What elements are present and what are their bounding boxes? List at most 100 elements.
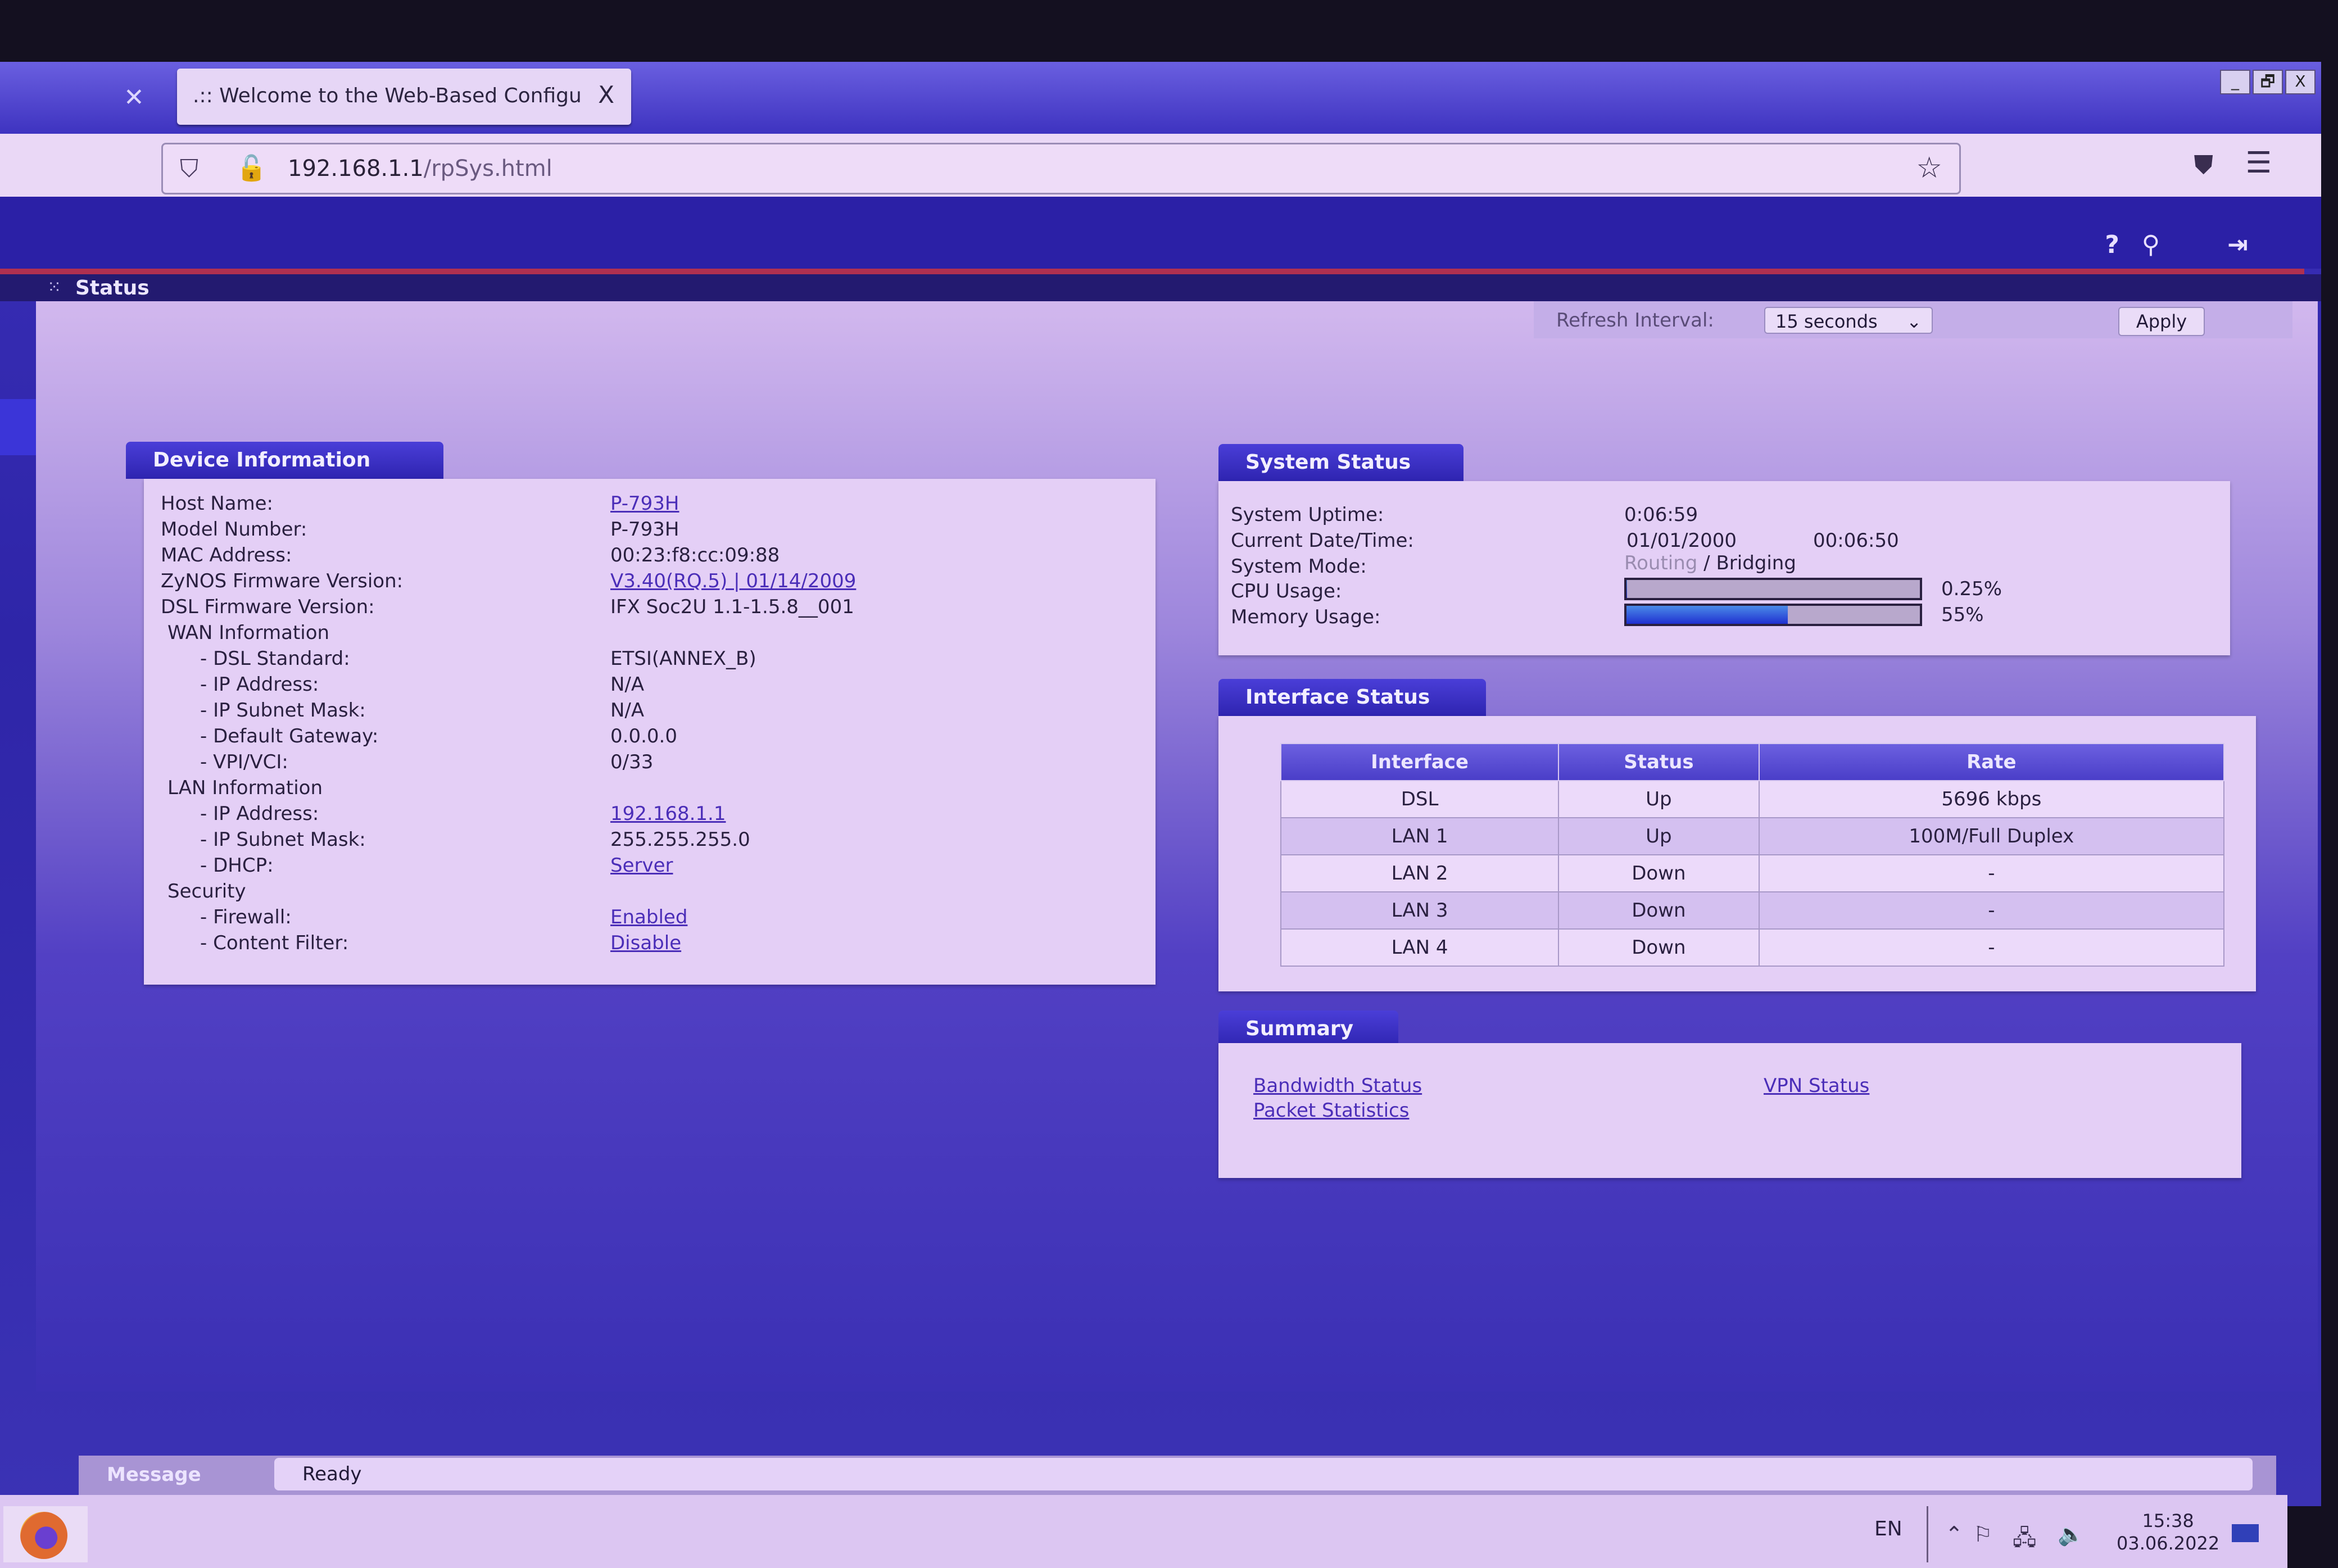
rate-cell: 100M/Full Duplex: [1758, 817, 2225, 855]
pocket-icon[interactable]: ⛊: [2194, 149, 2214, 181]
device-info-label: - IP Address:: [200, 803, 319, 825]
device-info-value: 0.0.0.0: [610, 725, 677, 747]
refresh-interval-select[interactable]: 15 seconds ⌄: [1764, 307, 1933, 334]
column-header: Interface: [1280, 743, 1560, 781]
browser-tab[interactable]: .:: Welcome to the Web-Based Configu X: [177, 69, 631, 125]
show-desktop-button[interactable]: [2232, 1524, 2259, 1542]
network-icon[interactable]: 🖧: [2013, 1522, 2036, 1558]
shield-icon[interactable]: ⛉: [180, 155, 198, 183]
memory-usage-value: 55%: [1941, 604, 1984, 626]
device-info-value: N/A: [610, 699, 645, 722]
language-indicator[interactable]: EN: [1874, 1517, 1902, 1540]
clock[interactable]: 15:38 03.06.2022: [2117, 1510, 2219, 1555]
table-row: LAN 1 Up 100M/Full Duplex: [1280, 817, 2225, 855]
cpu-usage-bar: [1624, 578, 1922, 600]
action-center-flag-icon[interactable]: ⚐: [1973, 1522, 1992, 1547]
bookmark-star-icon[interactable]: ☆: [1916, 151, 1942, 185]
device-info-value: IFX Soc2U 1.1-1.5.8__001: [610, 596, 854, 618]
header-divider: [0, 269, 2304, 274]
packet-statistics-link[interactable]: Packet Statistics: [1253, 1099, 1409, 1122]
bandwidth-status-link[interactable]: Bandwidth Status: [1253, 1075, 1422, 1097]
sidebar-edge: [0, 399, 36, 455]
device-info-value: 0/33: [610, 751, 654, 773]
device-info-label: - Content Filter:: [200, 932, 349, 954]
system-mode-label: System Mode:: [1231, 555, 1367, 578]
browser-window: ✕ .:: Welcome to the Web-Based Configu X…: [0, 62, 2321, 1568]
breadcrumb-icon: ⁙: [47, 278, 62, 297]
status-cell: Down: [1558, 854, 1760, 892]
table-row: LAN 3 Down -: [1280, 891, 2225, 930]
volume-icon[interactable]: 🔈: [2058, 1522, 2084, 1547]
device-info-link[interactable]: Enabled: [610, 906, 687, 928]
chevron-down-icon: ⌄: [1906, 311, 1922, 332]
device-info-label: MAC Address:: [161, 544, 292, 567]
window-close-button[interactable]: X: [2285, 70, 2316, 94]
date-value: 01/01/2000: [1626, 529, 1737, 552]
system-status-heading: System Status: [1218, 444, 1463, 481]
logout-icon[interactable]: ⇥: [2227, 230, 2248, 259]
wizard-icon[interactable]: ⚲: [2142, 230, 2160, 259]
interface-status-heading: Interface Status: [1218, 679, 1486, 716]
interface-status-panel: Interface Status Rate DSL Up 5696 kbps LAN 1U…: [1218, 716, 2256, 991]
show-hidden-icons-icon[interactable]: ⌃: [1945, 1522, 1963, 1547]
breadcrumb: ⁙ Status: [0, 274, 2321, 301]
vpn-status-link[interactable]: VPN Status: [1764, 1075, 1869, 1097]
mode-separator: /: [1697, 552, 1716, 574]
uptime-label: System Uptime:: [1231, 504, 1384, 526]
memory-usage-label: Memory Usage:: [1231, 606, 1381, 628]
insecure-lock-icon[interactable]: 🔓: [236, 153, 267, 183]
datetime-label: Current Date/Time:: [1231, 529, 1414, 552]
device-info-link[interactable]: P-793H: [610, 492, 679, 515]
router-header: ? ⚲ ⇥: [0, 197, 2321, 269]
interface-cell: DSL: [1280, 780, 1560, 818]
device-info-link[interactable]: Server: [610, 854, 673, 877]
device-info-label: - Default Gateway:: [200, 725, 379, 747]
restore-button[interactable]: 🗗: [2253, 70, 2283, 94]
memory-usage-bar: [1624, 604, 1922, 626]
device-info-link[interactable]: V3.40(RQ.5) | 01/14/2009: [610, 570, 856, 592]
tab-strip: ✕ .:: Welcome to the Web-Based Configu X…: [0, 62, 2321, 134]
system-status-panel: System Uptime: 0:06:59 Current Date/Time…: [1218, 481, 2230, 655]
refresh-interval-label: Refresh Interval:: [1556, 309, 1714, 332]
interface-cell: LAN 1: [1280, 817, 1560, 855]
close-icon[interactable]: ✕: [124, 83, 144, 112]
cpu-usage-label: CPU Usage:: [1231, 580, 1342, 602]
summary-heading: Summary: [1218, 1010, 1398, 1048]
address-bar[interactable]: ⛉ 🔓 192.168.1.1/rpSys.html ☆: [161, 143, 1961, 194]
help-icon[interactable]: ?: [2105, 230, 2119, 259]
status-cell: Down: [1558, 891, 1760, 930]
mode-routing: Routing: [1624, 552, 1698, 574]
refresh-bar: Refresh Interval: 15 seconds ⌄ Apply: [1534, 301, 2292, 338]
device-info-link[interactable]: 192.168.1.1: [610, 803, 726, 825]
device-info-panel: Host Name: P-793H Model Number: P-793H MAC A…: [144, 479, 1156, 985]
device-info-label: WAN Information: [167, 622, 330, 644]
column-header: Status: [1558, 743, 1760, 781]
rate-cell: 5696 kbps: [1758, 780, 2225, 818]
device-info-label: - IP Subnet Mask:: [200, 699, 366, 722]
column-header: Rate: [1758, 743, 2225, 781]
url-path: /rpSys.html: [423, 156, 552, 182]
minimize-button[interactable]: _: [2220, 70, 2250, 94]
hamburger-menu-icon[interactable]: ☰: [2245, 146, 2272, 180]
cpu-usage-value: 0.25%: [1941, 578, 2002, 600]
message-label: Message: [107, 1463, 201, 1486]
device-info-link[interactable]: Disable: [610, 932, 681, 954]
cpu-usage-fill: [1626, 580, 1628, 598]
status-cell: Down: [1558, 928, 1760, 967]
tab-close-icon[interactable]: X: [598, 81, 614, 108]
system-mode-value: Routing / Bridging: [1624, 552, 1796, 574]
rate-cell: -: [1758, 928, 2225, 967]
interface-cell: LAN 2: [1280, 854, 1560, 892]
device-info-label: - IP Subnet Mask:: [200, 828, 366, 851]
device-info-label: Host Name:: [161, 492, 273, 515]
device-info-label: Model Number:: [161, 518, 307, 541]
firefox-taskbar-button[interactable]: [3, 1506, 88, 1562]
device-info-value: N/A: [610, 673, 645, 696]
uptime-value: 0:06:59: [1624, 504, 1698, 526]
rate-cell: -: [1758, 891, 2225, 930]
table-row: DSL Up 5696 kbps: [1280, 780, 2225, 818]
apply-button[interactable]: Apply: [2118, 307, 2205, 336]
rate-cell: -: [1758, 854, 2225, 892]
device-info-value: 255.255.255.0: [610, 828, 750, 851]
url-text[interactable]: 192.168.1.1/rpSys.html: [288, 156, 552, 182]
